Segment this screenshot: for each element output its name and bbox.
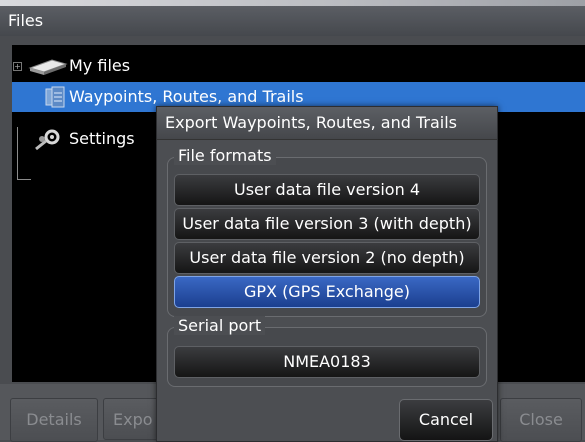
dialog-title: Export Waypoints, Routes, and Trails bbox=[165, 113, 458, 132]
format-option-v3[interactable]: User data file version 3 (with depth) bbox=[174, 208, 480, 240]
serial-port-label: Serial port bbox=[174, 316, 266, 335]
tree-item-my-files[interactable]: + My files bbox=[12, 51, 585, 81]
expand-icon[interactable]: + bbox=[13, 62, 22, 71]
close-button[interactable]: Close bbox=[500, 398, 582, 442]
details-button[interactable]: Details bbox=[10, 398, 98, 442]
card-icon bbox=[28, 59, 68, 75]
title-bar: Files bbox=[0, 6, 585, 36]
tree-item-label: My files bbox=[69, 56, 131, 75]
dialog-title-bar: Export Waypoints, Routes, and Trails bbox=[157, 107, 497, 140]
settings-icon bbox=[35, 129, 60, 151]
tree-connector bbox=[17, 179, 31, 180]
cancel-button[interactable]: Cancel bbox=[399, 399, 493, 441]
file-formats-label: File formats bbox=[174, 146, 276, 165]
format-option-gpx[interactable]: GPX (GPS Exchange) bbox=[174, 276, 480, 308]
serial-option-nmea0183[interactable]: NMEA0183 bbox=[174, 346, 480, 378]
database-icon bbox=[45, 86, 65, 108]
file-formats-group: File formats User data file version 4 Us… bbox=[167, 146, 487, 317]
export-dialog: Export Waypoints, Routes, and Trails Fil… bbox=[156, 106, 498, 442]
window-title: Files bbox=[8, 11, 44, 30]
format-option-v4[interactable]: User data file version 4 bbox=[174, 174, 480, 206]
serial-port-group: Serial port NMEA0183 bbox=[167, 316, 487, 387]
tree-item-label: Waypoints, Routes, and Trails bbox=[69, 87, 304, 106]
tree-item-label: Settings bbox=[69, 129, 135, 148]
format-option-v2[interactable]: User data file version 2 (no depth) bbox=[174, 242, 480, 274]
